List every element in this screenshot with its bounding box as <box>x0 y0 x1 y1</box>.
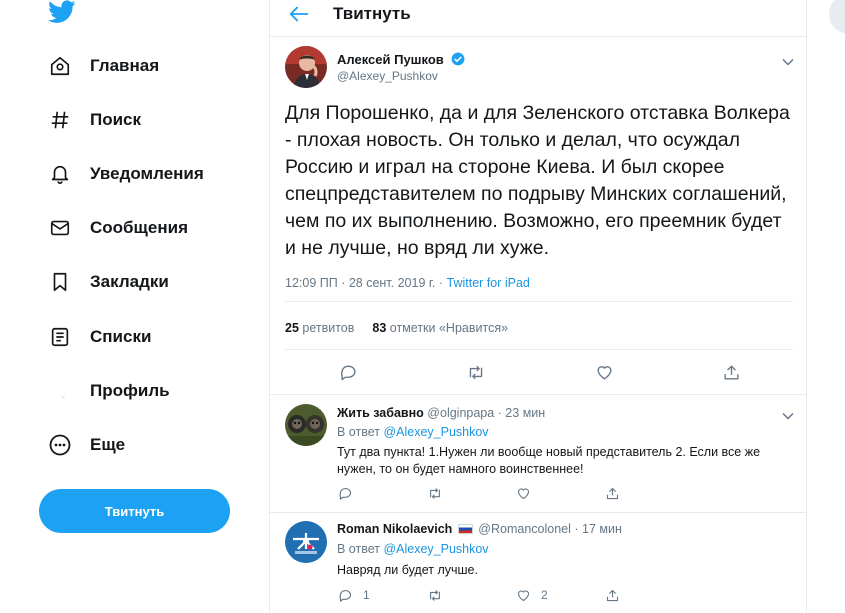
tweet-text: Для Порошенко, да и для Зеленского отста… <box>285 102 790 259</box>
chevron-down-icon[interactable] <box>782 408 794 420</box>
share-action[interactable] <box>605 587 620 603</box>
reply-author-name[interactable]: Жить забавно <box>337 406 424 420</box>
retweets-label: ретвитов <box>302 321 355 335</box>
reply-to-handle[interactable]: @Alexey_Pushkov <box>383 425 488 439</box>
envelope-icon <box>48 216 72 240</box>
divider <box>285 349 793 350</box>
reply-author-meta[interactable]: @olginpapa · 23 мин <box>427 406 545 420</box>
divider <box>285 301 793 302</box>
sidebar-item-more[interactable]: Еще <box>48 430 125 460</box>
chevron-down-icon[interactable] <box>782 54 794 66</box>
retweet-action[interactable] <box>427 485 443 501</box>
reply-action[interactable]: 1 <box>338 587 370 603</box>
likes-stat[interactable]: 83 отметки «Нравится» <box>372 321 508 335</box>
sidebar-item-label: Уведомления <box>90 164 204 183</box>
reply-text: Навряд ли будет лучше. <box>337 563 478 577</box>
tweet-button[interactable]: Твитнуть <box>39 489 230 533</box>
bell-icon <box>48 162 72 186</box>
tweet-stats: 25 ретвитов 83 отметки «Нравится» <box>285 321 508 335</box>
reply-to-line: В ответ @Alexey_Pushkov <box>337 425 489 439</box>
reply-icon <box>339 589 352 602</box>
sidebar-item-home[interactable]: Главная <box>48 51 159 81</box>
like-icon <box>517 589 530 601</box>
author-name[interactable]: Алексей Пушков <box>337 52 444 67</box>
retweet-icon <box>430 589 440 601</box>
sidebar-item-lists[interactable]: Списки <box>48 322 151 352</box>
tweet-source[interactable]: Twitter for iPad <box>447 276 530 290</box>
russian-flag-icon <box>457 524 473 534</box>
reply-header: Roman Nikolaevich @Romancolonel · 17 мин <box>337 522 622 536</box>
reply-icon <box>339 487 352 500</box>
reply-author-name[interactable]: Roman Nikolaevich <box>337 522 452 536</box>
avatar[interactable] <box>285 521 327 563</box>
retweets-stat[interactable]: 25 ретвитов <box>285 321 354 335</box>
likes-label: отметки «Нравится» <box>389 321 509 335</box>
author-handle[interactable]: @Alexey_Pushkov <box>337 69 438 83</box>
profile-icon <box>48 379 72 403</box>
tweet-timestamp: 12:09 ПП · 28 сент. 2019 г. · Twitter fo… <box>285 276 530 290</box>
reply-action[interactable] <box>338 485 363 501</box>
sidebar-item-bookmarks[interactable]: Закладки <box>48 267 169 297</box>
sidebar-item-label: Главная <box>90 56 160 75</box>
avatar[interactable] <box>285 46 327 88</box>
share-icon <box>606 589 619 601</box>
reply-author-meta[interactable]: @Romancolonel · 17 мин <box>478 522 622 536</box>
reply-to-label: В ответ <box>337 425 384 439</box>
sidebar-item-label: Списки <box>90 327 152 346</box>
like-icon <box>517 487 530 499</box>
left-sidebar: Главная Поиск Уведомления Сообщения Закл… <box>0 0 270 613</box>
back-arrow-icon[interactable] <box>288 4 310 24</box>
twitter-bird-icon[interactable] <box>48 0 76 24</box>
bookmark-icon <box>48 270 72 294</box>
retweet-icon <box>430 487 440 499</box>
share-icon <box>606 487 619 499</box>
reply-to-handle[interactable]: @Alexey_Pushkov <box>383 542 488 556</box>
reply-header: Жить забавно @olginpapa · 23 мин <box>337 406 545 420</box>
share-icon[interactable] <box>721 362 741 382</box>
reply-icon[interactable] <box>338 362 358 382</box>
like-icon[interactable] <box>594 362 614 382</box>
like-count: 2 <box>541 588 548 602</box>
hashtag-icon <box>48 108 72 132</box>
sidebar-item-profile[interactable]: Профиль <box>48 376 170 406</box>
sidebar-item-explore[interactable]: Поиск <box>48 105 141 135</box>
like-action[interactable]: 2 <box>516 587 548 603</box>
sidebar-item-label: Еще <box>90 435 126 454</box>
page-title: Твитнуть <box>333 4 411 23</box>
sidebar-item-label: Закладки <box>90 272 169 291</box>
avatar[interactable] <box>285 404 327 446</box>
likes-count: 83 <box>372 321 387 335</box>
retweet-icon[interactable] <box>466 362 486 382</box>
reply-to-label: В ответ <box>337 542 384 556</box>
reply-text: Тут два пункта! 1.Нужен ли вообще новый … <box>337 445 761 476</box>
retweets-count: 25 <box>285 321 299 335</box>
reply-to-line: В ответ @Alexey_Pushkov <box>337 542 489 556</box>
more-icon <box>48 433 72 457</box>
sidebar-item-label: Профиль <box>90 381 170 400</box>
verified-badge-icon <box>451 52 465 66</box>
reply-tweet[interactable]: Жить забавно @olginpapa · 23 мин В ответ… <box>270 396 806 513</box>
page-header: Твитнуть <box>270 0 806 37</box>
list-icon <box>48 325 72 349</box>
reply-count: 1 <box>363 588 370 602</box>
tweet-time[interactable]: 12:09 ПП · 28 сент. 2019 г. · <box>285 276 447 290</box>
retweet-action[interactable] <box>427 587 443 603</box>
sidebar-item-notifications[interactable]: Уведомления <box>48 159 204 189</box>
sidebar-item-label: Поиск <box>90 110 142 129</box>
like-action[interactable] <box>516 485 541 501</box>
focused-tweet: Алексей Пушков @Alexey_Pushkov Для Порош… <box>270 38 806 351</box>
sidebar-item-messages[interactable]: Сообщения <box>48 213 188 243</box>
reply-tweet[interactable]: Roman Nikolaevich @Romancolonel · 17 мин… <box>270 513 806 613</box>
main-column: Твитнуть Алексей Пушков @Alexey_Pushkov … <box>269 0 807 613</box>
home-icon <box>48 54 72 78</box>
sidebar-item-label: Сообщения <box>90 218 188 237</box>
search-bar[interactable] <box>829 0 845 34</box>
share-action[interactable] <box>605 485 620 501</box>
tweet-actions <box>270 351 806 395</box>
